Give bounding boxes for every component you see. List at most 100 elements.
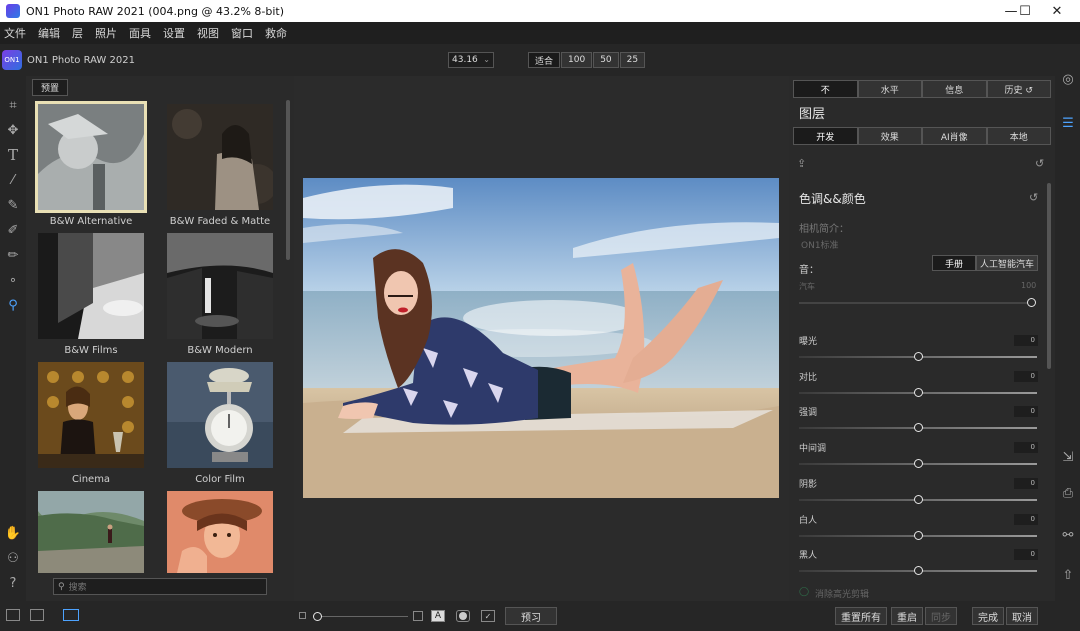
preset-label: Color Film — [195, 474, 245, 485]
perfect-eraser-icon[interactable]: ✏ — [4, 246, 22, 264]
tone-ai-auto-button[interactable]: 人工智能汽车 — [976, 255, 1038, 271]
slider-handle[interactable] — [914, 388, 923, 397]
print-icon[interactable]: ⎙ — [1059, 484, 1077, 502]
tone-manual-button[interactable]: 手册 — [932, 255, 976, 271]
slider-value[interactable]: 0 — [1014, 549, 1038, 560]
mask-brush-icon[interactable]: ✎ — [4, 196, 22, 214]
auto-slider-track[interactable] — [799, 302, 1032, 304]
mask-view-icon[interactable] — [456, 610, 470, 622]
preset-thumb-bw-films[interactable] — [38, 233, 144, 339]
menu-edit[interactable]: 编辑 — [38, 25, 60, 41]
menu-file[interactable]: 文件 — [4, 25, 26, 41]
camera-profile-value[interactable]: ON1标准 — [801, 238, 839, 251]
export-icon[interactable]: ⇪ — [797, 157, 806, 170]
hand-tool-icon[interactable]: ✋ — [4, 524, 22, 542]
preset-search-input[interactable]: ⚲ 搜索 — [53, 578, 267, 595]
clone-stamp-icon[interactable]: ∘ — [4, 271, 22, 289]
highlight-clipping-icon[interactable]: ◯ — [799, 587, 809, 597]
tab-effects[interactable]: 效果 — [857, 127, 922, 145]
slider-value[interactable]: 0 — [1014, 514, 1038, 525]
slider-handle[interactable] — [914, 495, 923, 504]
panel-layout-icon[interactable] — [6, 609, 20, 621]
crop-tool-icon[interactable]: ⌗ — [4, 96, 22, 114]
menu-settings[interactable]: 设置 — [163, 25, 185, 41]
zoom-fit-button[interactable]: 适合 — [528, 52, 561, 68]
tab-history[interactable]: 历史 ↺ — [986, 80, 1051, 98]
tab-none[interactable]: 不 — [793, 80, 858, 98]
cancel-button[interactable]: 取消 — [1006, 607, 1038, 625]
preset-thumb-landscape[interactable] — [38, 491, 144, 573]
menu-layer[interactable]: 层 — [72, 25, 83, 41]
presets-button[interactable]: 预置 — [32, 79, 69, 96]
preset-thumb-bw-alternative[interactable] — [35, 101, 147, 213]
menu-help[interactable]: 救命 — [265, 25, 287, 41]
done-button[interactable]: 完成 — [972, 607, 1004, 625]
browse-module-icon[interactable]: ◎ — [1059, 70, 1077, 88]
window-title: ON1 Photo RAW 2021 (004.png @ 43.2% 8-bi… — [26, 4, 285, 18]
edit-module-icon[interactable]: ☰ — [1059, 114, 1077, 132]
menu-bar: 文件 编辑 层 照片 面具 设置 视图 窗口 救命 — [0, 22, 1080, 44]
menu-photo[interactable]: 照片 — [95, 25, 117, 41]
chevron-down-icon: ⌄ — [483, 55, 490, 64]
tab-info[interactable]: 信息 — [922, 80, 987, 98]
tab-ai-portrait[interactable]: AI肖像 — [922, 127, 987, 145]
single-view-icon[interactable] — [63, 609, 79, 621]
slider-value[interactable]: 0 — [1014, 406, 1038, 417]
user-icon[interactable]: ⚇ — [4, 549, 22, 567]
top-tabs: 不 水平 信息 历史 ↺ — [793, 80, 1051, 98]
connect-icon[interactable]: ⚯ — [1059, 526, 1077, 544]
restart-button[interactable]: 重启 — [891, 607, 923, 625]
slider-handle[interactable] — [914, 352, 923, 361]
presets-scrollbar[interactable] — [286, 100, 290, 260]
export-module-icon[interactable]: ⇧ — [1059, 566, 1077, 584]
thumb-size-slider[interactable] — [318, 616, 408, 617]
app-icon — [6, 4, 20, 18]
preset-thumb-bw-modern[interactable] — [167, 233, 273, 339]
text-tool-icon[interactable]: T — [4, 146, 22, 164]
preset-thumb-cinema[interactable] — [38, 362, 144, 468]
search-icon: ⚲ — [58, 581, 65, 592]
slider-handle[interactable] — [914, 531, 923, 540]
slider-handle[interactable] — [914, 566, 923, 575]
preset-thumb-color-film[interactable] — [167, 362, 273, 468]
transform-tool-icon[interactable]: ✥ — [4, 121, 22, 139]
tab-level[interactable]: 水平 — [857, 80, 922, 98]
zoom-50-button[interactable]: 50 — [593, 52, 619, 68]
menu-view[interactable]: 视图 — [197, 25, 219, 41]
preset-thumb-bw-faded-matte[interactable] — [167, 104, 273, 210]
zoom-select[interactable]: 43.16 ⌄ — [448, 52, 494, 68]
main-photo[interactable] — [303, 178, 779, 498]
preview-button[interactable]: 预习 — [505, 607, 557, 625]
menu-window[interactable]: 窗口 — [231, 25, 253, 41]
soft-proof-icon[interactable]: ✓ — [481, 610, 495, 622]
help-icon[interactable]: ? — [4, 574, 22, 592]
slider-value[interactable]: 0 — [1014, 478, 1038, 489]
filmstrip-icon[interactable] — [30, 609, 44, 621]
share-icon[interactable]: ⇲ — [1059, 448, 1077, 466]
text-overlay-icon[interactable]: A — [431, 610, 445, 622]
slider-handle[interactable] — [914, 459, 923, 468]
slider-handle[interactable] — [914, 423, 923, 432]
zoom-25-button[interactable]: 25 — [619, 52, 646, 68]
slider-value[interactable]: 0 — [1014, 442, 1038, 453]
close-button[interactable]: ✕ — [1034, 0, 1080, 22]
retouch-brush-icon[interactable]: ✐ — [4, 221, 22, 239]
thumb-size-handle[interactable] — [313, 612, 322, 621]
zoom-100-button[interactable]: 100 — [561, 52, 593, 68]
view-zoom-icon[interactable]: ⚲ — [4, 296, 22, 314]
slider-value[interactable]: 0 — [1014, 371, 1038, 382]
reset-all-button[interactable]: 重置所有 — [835, 607, 887, 625]
module-tabs: 开发 效果 AI肖像 本地 — [793, 127, 1051, 145]
preset-thumb-portrait[interactable] — [167, 491, 273, 573]
sync-button[interactable]: 同步 — [925, 607, 957, 625]
section-reset-icon[interactable]: ↺ — [1029, 191, 1038, 204]
tab-local[interactable]: 本地 — [986, 127, 1051, 145]
reset-icon[interactable]: ↺ — [1035, 157, 1044, 170]
menu-mask[interactable]: 面具 — [129, 25, 151, 41]
slider-value[interactable]: 0 — [1014, 335, 1038, 346]
brush-tool-icon[interactable]: ⁄ — [4, 171, 22, 189]
settings-scrollbar[interactable] — [1047, 183, 1051, 369]
auto-slider-handle[interactable] — [1027, 298, 1036, 307]
zoom-presets: 适合 100 50 25 — [528, 52, 646, 68]
tab-develop[interactable]: 开发 — [793, 127, 858, 145]
